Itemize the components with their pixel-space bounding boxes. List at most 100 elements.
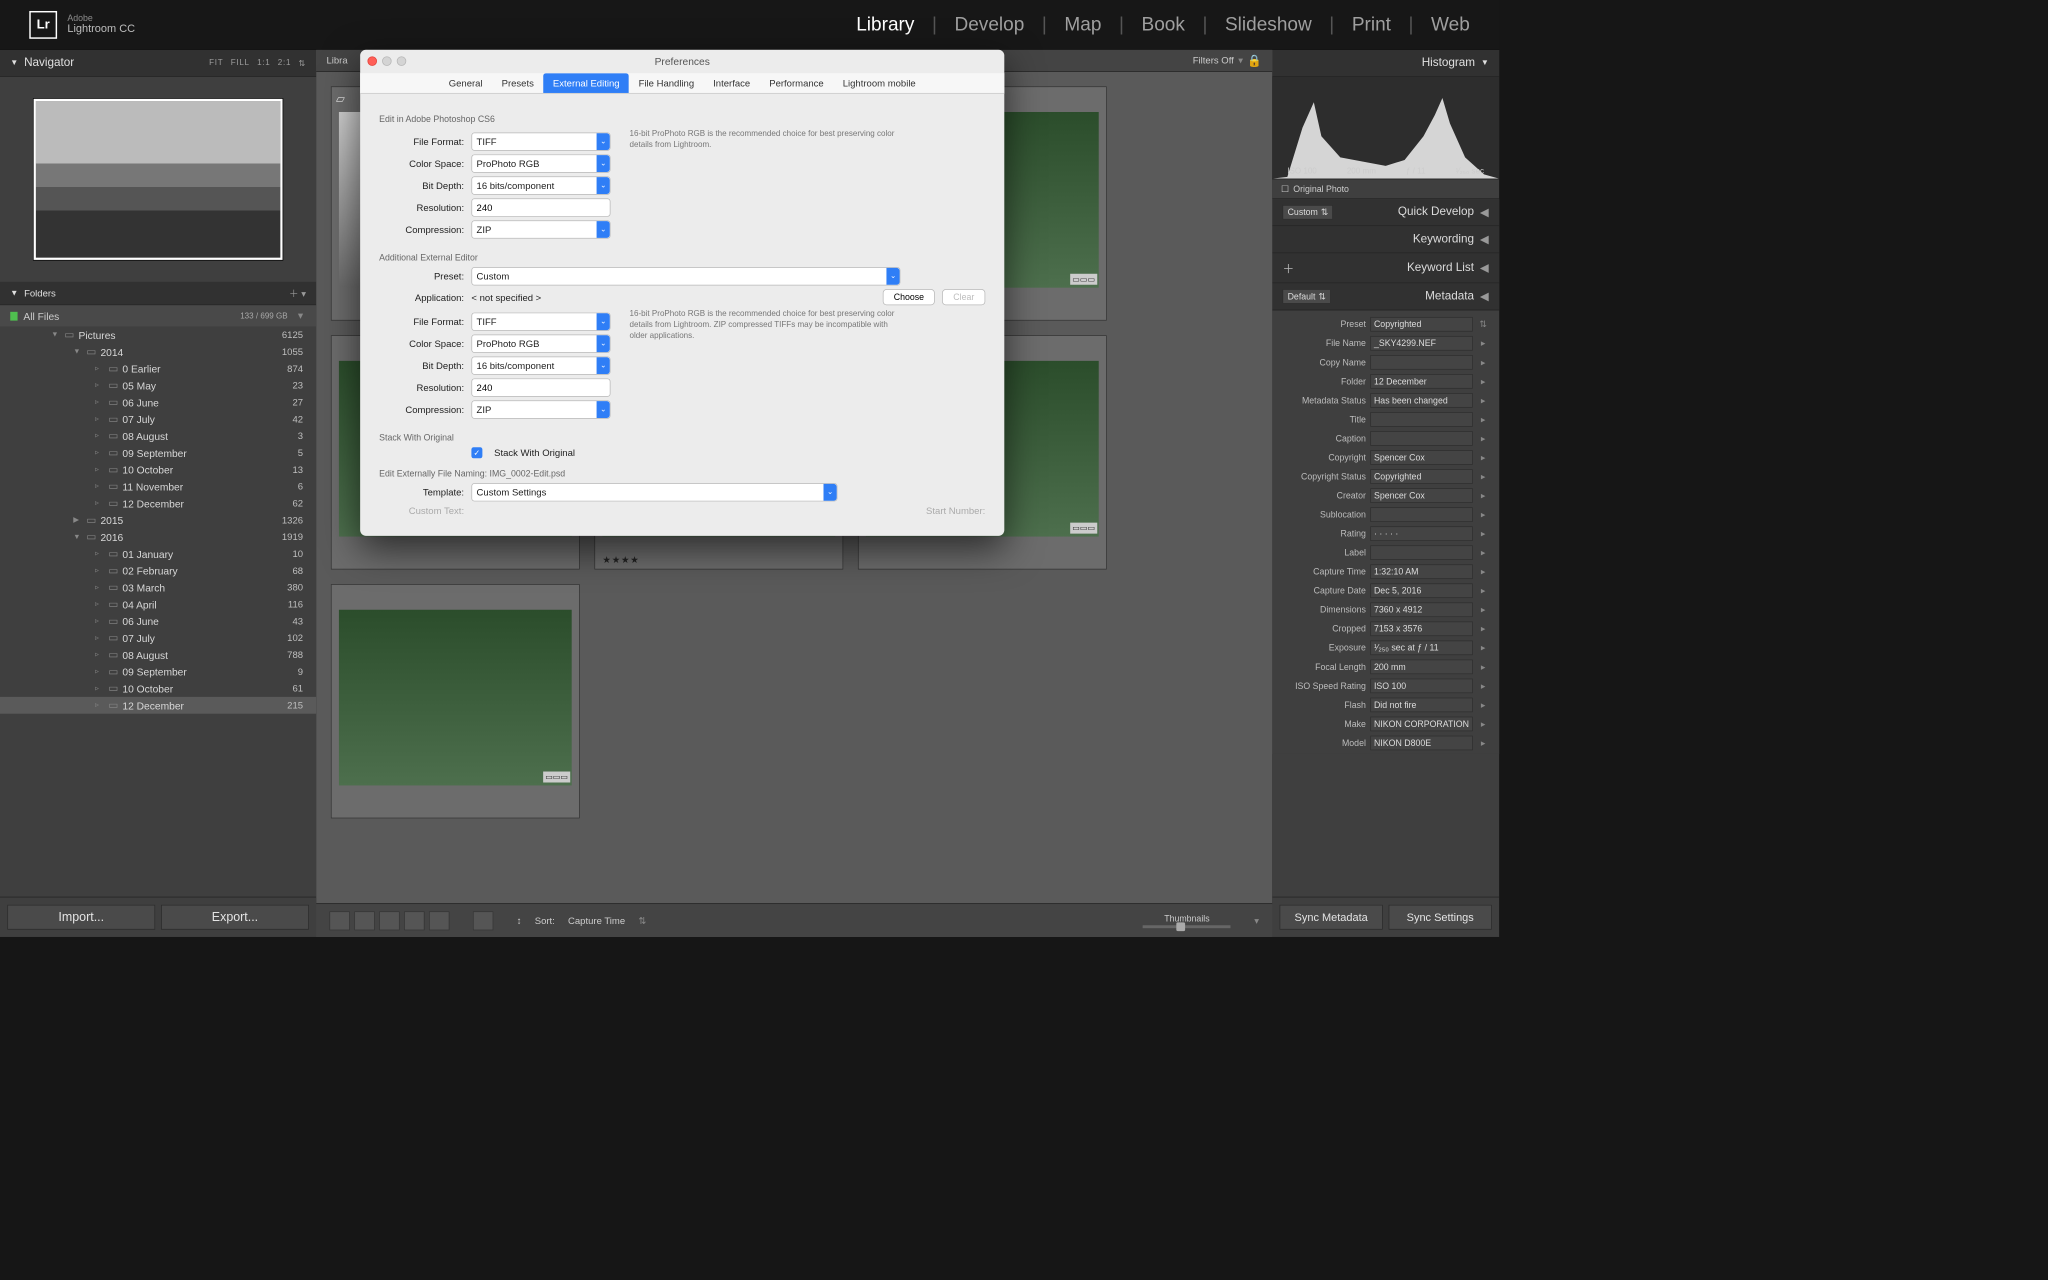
color-space-select-2[interactable]: ProPhoto RGB⌄	[471, 335, 610, 353]
disclosure-icon[interactable]: ▹	[95, 381, 104, 389]
metadata-preset-select[interactable]: Copyrighted	[1370, 317, 1472, 332]
disclosure-icon[interactable]: ▹	[95, 482, 104, 490]
choose-button[interactable]: Choose	[883, 289, 935, 305]
disclosure-icon[interactable]: ▹	[95, 398, 104, 406]
module-library[interactable]: Library	[856, 13, 914, 36]
painter-icon[interactable]	[473, 911, 493, 930]
meta-value[interactable]	[1370, 431, 1472, 446]
meta-value[interactable]: Dec 5, 2016	[1370, 583, 1472, 598]
folder-row[interactable]: ▼▭Pictures6125	[0, 326, 316, 343]
disclosure-icon[interactable]: ▹	[95, 701, 104, 709]
file-format-select[interactable]: TIFF⌄	[471, 132, 610, 150]
folder-row[interactable]: ▹▭02 February68	[0, 562, 316, 579]
disclosure-icon[interactable]: ▹	[95, 365, 104, 373]
module-map[interactable]: Map	[1064, 13, 1101, 36]
meta-value[interactable]	[1370, 355, 1472, 370]
folder-row[interactable]: ▹▭09 September5	[0, 444, 316, 461]
meta-action-icon[interactable]: ▸	[1477, 471, 1489, 481]
disclosure-icon[interactable]: ▹	[95, 600, 104, 608]
meta-value[interactable]: 7360 x 4912	[1370, 602, 1472, 617]
zoom-FILL[interactable]: FILL	[231, 58, 250, 68]
flag-icon[interactable]: ▱	[336, 92, 345, 107]
module-web[interactable]: Web	[1431, 13, 1470, 36]
meta-value[interactable]: 1:32:10 AM	[1370, 564, 1472, 579]
folder-row[interactable]: ▹▭12 December62	[0, 495, 316, 512]
resolution-input-2[interactable]	[471, 378, 610, 396]
metadata-mode-select[interactable]: Default ⇅	[1282, 289, 1330, 304]
metadata-header[interactable]: Default ⇅ Metadata◀	[1272, 283, 1499, 310]
minimize-icon[interactable]	[382, 56, 392, 66]
tab-interface[interactable]: Interface	[704, 73, 760, 93]
folder-row[interactable]: ▹▭09 September9	[0, 663, 316, 680]
disclosure-icon[interactable]: ▹	[95, 550, 104, 558]
chevron-updown-icon[interactable]: ⇅	[298, 58, 305, 68]
chevron-updown-icon[interactable]: ⇅	[1477, 319, 1489, 329]
zoom-icon[interactable]	[397, 56, 407, 66]
preset-select[interactable]: Custom⌄	[471, 267, 900, 285]
folder-row[interactable]: ▶▭20151326	[0, 512, 316, 529]
meta-value[interactable]: · · · · ·	[1370, 526, 1472, 541]
add-icon[interactable]: ＋	[1282, 259, 1294, 277]
meta-action-icon[interactable]: ▸	[1477, 509, 1489, 519]
loupe-view-icon[interactable]	[354, 911, 374, 930]
disclosure-icon[interactable]: ▼	[73, 348, 82, 356]
disclosure-icon[interactable]: ▹	[95, 466, 104, 474]
tab-general[interactable]: General	[439, 73, 492, 93]
meta-action-icon[interactable]: ▸	[1477, 605, 1489, 615]
zoom-2:1[interactable]: 2:1	[278, 58, 291, 68]
stack-checkbox-label[interactable]: Stack With Original	[494, 447, 575, 458]
tab-lightroom-mobile[interactable]: Lightroom mobile	[833, 73, 925, 93]
meta-action-icon[interactable]: ▸	[1477, 338, 1489, 348]
meta-action-icon[interactable]: ▸	[1477, 567, 1489, 577]
meta-action-icon[interactable]: ▸	[1477, 529, 1489, 539]
disclosure-icon[interactable]: ▹	[95, 499, 104, 507]
meta-value[interactable]: ISO 100	[1370, 679, 1472, 694]
quick-develop-header[interactable]: Custom ⇅ Quick Develop ◀	[1272, 199, 1499, 226]
meta-value[interactable]: 200 mm	[1370, 660, 1472, 675]
chevron-updown-icon[interactable]: ⇅	[638, 915, 646, 927]
disclosure-icon[interactable]: ▼	[51, 331, 60, 339]
lock-icon[interactable]: 🔒	[1247, 53, 1262, 68]
tab-presets[interactable]: Presets	[492, 73, 543, 93]
chevron-down-icon[interactable]: ▾	[1254, 915, 1259, 927]
bit-depth-select[interactable]: 16 bits/component⌄	[471, 176, 610, 194]
keyword-list-header[interactable]: ＋ Keyword List◀	[1272, 253, 1499, 283]
folder-row[interactable]: ▹▭07 July102	[0, 630, 316, 647]
compression-select[interactable]: ZIP⌄	[471, 220, 610, 238]
navigator-zoom-options[interactable]: FITFILL1:12:1⇅	[209, 58, 306, 68]
disclosure-icon[interactable]: ▹	[95, 634, 104, 642]
disclosure-icon[interactable]: ▹	[95, 668, 104, 676]
compression-select-2[interactable]: ZIP⌄	[471, 400, 610, 418]
stack-checkbox[interactable]: ✓	[471, 447, 482, 458]
meta-action-icon[interactable]: ▸	[1477, 376, 1489, 386]
navigator-header[interactable]: ▼ Navigator FITFILL1:12:1⇅	[0, 50, 316, 77]
clear-button[interactable]: Clear	[942, 289, 985, 305]
close-icon[interactable]	[367, 56, 377, 66]
meta-value[interactable]: Did not fire	[1370, 698, 1472, 713]
meta-value[interactable]	[1370, 412, 1472, 427]
template-select[interactable]: Custom Settings⌄	[471, 483, 837, 501]
folder-row[interactable]: ▹▭10 October13	[0, 461, 316, 478]
survey-view-icon[interactable]	[404, 911, 424, 930]
disclosure-icon[interactable]: ▹	[95, 684, 104, 692]
meta-action-icon[interactable]: ▸	[1477, 662, 1489, 672]
meta-value[interactable]: Spencer Cox	[1370, 488, 1472, 503]
thumbnail-size-slider[interactable]	[1143, 925, 1231, 928]
folder-row[interactable]: ▹▭01 January10	[0, 545, 316, 562]
view-mode-icons[interactable]	[329, 911, 449, 930]
meta-value[interactable]: NIKON CORPORATION	[1370, 717, 1472, 732]
meta-action-icon[interactable]: ▸	[1477, 490, 1489, 500]
folder-row[interactable]: ▹▭12 December215	[0, 697, 316, 714]
meta-value[interactable]: 12 December	[1370, 374, 1472, 389]
quick-develop-preset[interactable]: Custom ⇅	[1282, 205, 1333, 220]
meta-action-icon[interactable]: ▸	[1477, 548, 1489, 558]
meta-action-icon[interactable]: ▸	[1477, 681, 1489, 691]
folder-row[interactable]: ▹▭06 June43	[0, 613, 316, 630]
disclosure-icon[interactable]: ▹	[95, 651, 104, 659]
histogram[interactable]: ISO 100 200 mm ƒ / 11 ¹⁄₂₅₀ sec	[1272, 77, 1499, 179]
folders-header[interactable]: ▼ Folders ＋ ▾	[0, 282, 316, 305]
navigator-preview[interactable]	[0, 77, 316, 282]
meta-action-icon[interactable]: ▸	[1477, 452, 1489, 462]
folder-row[interactable]: ▹▭07 July42	[0, 411, 316, 428]
folder-row[interactable]: ▹▭05 May23	[0, 377, 316, 394]
